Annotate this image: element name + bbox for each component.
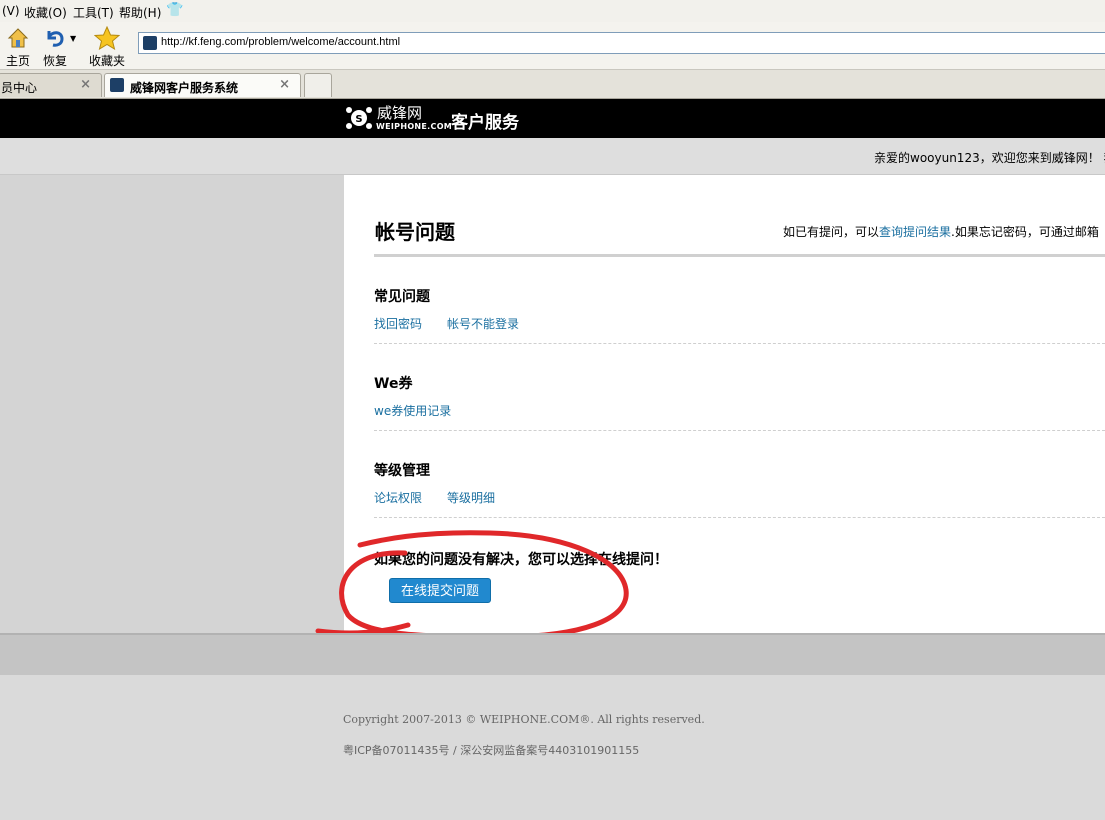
address-bar[interactable]: http://kf.feng.com/problem/welcome/accou… <box>138 32 1105 54</box>
favorites-button[interactable]: 收藏夹 <box>86 25 128 69</box>
hint-suffix: .如果忘记密码，可通过邮箱 <box>951 225 1099 239</box>
recover-password-link[interactable]: 找回密码 <box>374 315 422 332</box>
menu-tools[interactable]: 工具(T) <box>73 4 114 21</box>
logo-text: 威锋网 <box>377 104 423 122</box>
browser-menubar: (V) 收藏(O) 工具(T) 帮助(H) 👕 <box>0 0 1105 23</box>
greeting-text: 亲爱的wooyun123，欢迎您来到威锋网！ 我要 <box>874 151 1105 165</box>
icp-record-text: 粤ICP备07011435号 / 深公安网监备案号4403101901155 <box>343 744 640 757</box>
restore-icon <box>38 26 72 50</box>
footer: Copyright 2007-2013 © WEIPHONE.COM®. All… <box>0 675 1105 820</box>
page-title: 帐号问题 <box>375 220 455 244</box>
shirt-icon[interactable]: 👕 <box>166 2 183 18</box>
home-label: 主页 <box>5 54 30 68</box>
forum-permission-link[interactable]: 论坛权限 <box>374 489 422 506</box>
new-tab-button[interactable] <box>304 73 332 97</box>
address-url[interactable]: http://kf.feng.com/problem/welcome/accou… <box>161 36 400 48</box>
tab-label: 威锋网客户服务系统 <box>130 81 239 95</box>
home-icon <box>4 26 32 50</box>
content-bottom-bar <box>0 633 1105 675</box>
section-title-faq: 常见问题 <box>374 289 430 305</box>
greeting-bar: 亲爱的wooyun123，欢迎您来到威锋网！ 我要 <box>0 138 1105 175</box>
left-pane <box>0 175 344 633</box>
we-coupon-history-link[interactable]: we券使用记录 <box>374 402 451 419</box>
browser-tabbar: 员中心 × 威锋网客户服务系统 × <box>0 70 1105 99</box>
menu-view[interactable]: (V) <box>2 4 20 18</box>
section-divider <box>374 430 1105 431</box>
hint-prefix: 如已有提问，可以 <box>783 225 880 239</box>
logo-subtext: WEIPHONE.COM <box>376 122 453 131</box>
section-title-level: 等级管理 <box>374 463 430 479</box>
level-details-link[interactable]: 等级明细 <box>447 489 495 506</box>
weiphone-logo-icon: S <box>346 107 372 129</box>
tab-customer-service[interactable]: 威锋网客户服务系统 × <box>104 73 301 97</box>
restore-dropdown-icon[interactable]: ▼ <box>70 34 76 43</box>
query-results-link[interactable]: 查询提问结果 <box>879 225 951 239</box>
section-divider <box>374 343 1105 344</box>
close-tab-icon[interactable]: × <box>80 77 91 92</box>
browser-toolbar: 主页 恢复 ▼ 收藏夹 http://kf.feng.com/problem/w… <box>0 22 1105 70</box>
red-annotation-circle <box>315 530 629 640</box>
service-title: 客户服务 <box>451 113 519 133</box>
site-favicon <box>110 78 124 92</box>
tab-member-center[interactable]: 员中心 × <box>0 73 102 97</box>
page-hint: 如已有提问，可以查询提问结果.如果忘记密码，可通过邮箱 <box>783 223 1099 240</box>
copyright-text: Copyright 2007-2013 © WEIPHONE.COM®. All… <box>343 713 705 726</box>
title-divider <box>374 254 1105 257</box>
site-favicon <box>143 36 157 50</box>
site-header: S 威锋网 WEIPHONE.COM 客户服务 <box>0 99 1105 138</box>
close-tab-icon[interactable]: × <box>279 77 290 92</box>
restore-label: 恢复 <box>42 54 67 68</box>
section-divider <box>374 517 1105 518</box>
menu-help[interactable]: 帮助(H) <box>119 4 161 21</box>
cannot-login-link[interactable]: 帐号不能登录 <box>447 315 519 332</box>
home-button[interactable]: 主页 <box>4 26 32 69</box>
menu-favorites[interactable]: 收藏(O) <box>24 4 67 21</box>
favorites-label: 收藏夹 <box>88 54 125 68</box>
restore-button[interactable]: 恢复 <box>38 26 72 69</box>
section-title-we-coupon: We券 <box>374 376 413 392</box>
tab-label: 员中心 <box>1 81 38 95</box>
favorites-star-icon <box>86 25 128 51</box>
svg-text:S: S <box>355 114 362 125</box>
